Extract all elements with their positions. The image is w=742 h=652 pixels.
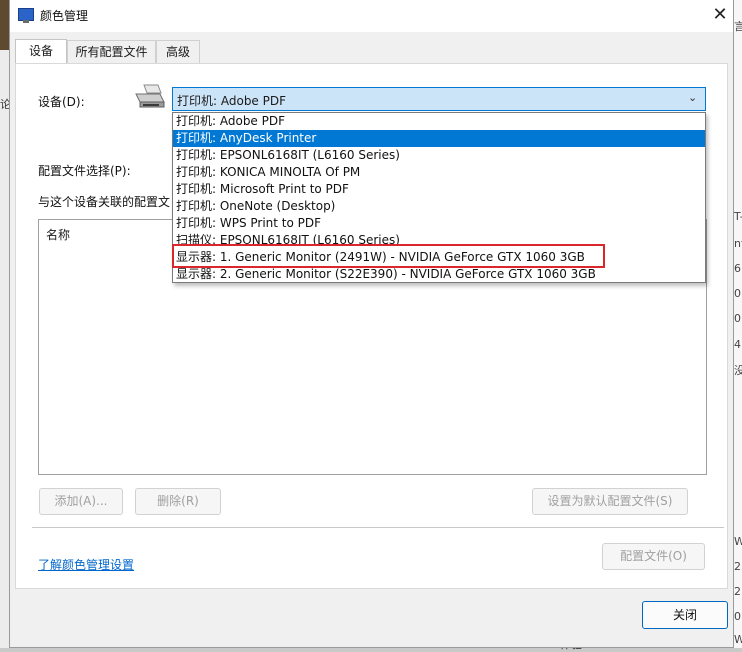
column-header-name[interactable]: 名称 — [46, 226, 70, 243]
close-button[interactable]: 关闭 — [642, 601, 728, 629]
background-text: Wi — [734, 633, 742, 646]
tab-advanced[interactable]: 高级 — [156, 40, 200, 63]
associated-profiles-label: 与这个设备关联的配置文 — [38, 195, 171, 209]
device-option[interactable]: 打印机: KONICA MINOLTA Of PM — [173, 164, 705, 181]
background-text: 4 — [734, 338, 741, 351]
printer-icon — [135, 84, 165, 108]
learn-color-management-link[interactable]: 了解颜色管理设置 — [38, 556, 134, 573]
monitor-icon — [18, 8, 34, 23]
background-text: 6. — [734, 262, 742, 275]
profiles-button[interactable]: 配置文件(O) — [602, 543, 705, 570]
background-text: 0 — [734, 610, 741, 623]
background-right-strip: 言 T- nt 6. 0 0 4 没 Wi 2 2 0 Wi — [734, 0, 742, 648]
device-option[interactable]: 扫描仪: EPSONL6168IT (L6160 Series) — [173, 232, 705, 249]
color-management-dialog: 颜色管理 ✕ 设备 所有配置文件 高级 设备(D): 打印机: Adobe PD… — [9, 0, 734, 648]
remove-button[interactable]: 删除(R) — [135, 488, 221, 515]
close-icon[interactable]: ✕ — [710, 2, 730, 28]
device-select-value: 打印机: Adobe PDF — [177, 94, 287, 108]
divider — [32, 527, 724, 528]
dialog-title: 颜色管理 — [40, 9, 89, 23]
background-text: 0 — [734, 312, 741, 325]
background-text: 2 — [734, 560, 741, 573]
device-option[interactable]: 打印机: Microsoft Print to PDF — [173, 181, 705, 198]
chevron-down-icon[interactable]: ⌄ — [688, 91, 697, 104]
background-text: 0 — [734, 287, 741, 300]
background-text: T- — [734, 210, 742, 223]
device-option[interactable]: 打印机: AnyDesk Printer — [173, 130, 705, 147]
background-text: nt — [734, 237, 742, 250]
background-text: Wi — [734, 535, 742, 548]
device-option[interactable]: 打印机: WPS Print to PDF — [173, 215, 705, 232]
set-default-profile-button[interactable]: 设置为默认配置文件(S) — [532, 488, 688, 515]
tab-devices[interactable]: 设备 — [15, 39, 67, 64]
device-option[interactable]: 打印机: OneNote (Desktop) — [173, 198, 705, 215]
device-dropdown-list[interactable]: 打印机: Adobe PDF 打印机: AnyDesk Printer 打印机:… — [172, 112, 706, 283]
device-option[interactable]: 打印机: Adobe PDF — [173, 113, 705, 130]
title-bar[interactable]: 颜色管理 ✕ — [10, 0, 733, 32]
background-text: 言 — [734, 20, 742, 33]
background-text: 没 — [734, 364, 742, 377]
device-label: 设备(D): — [38, 95, 85, 109]
device-option[interactable]: 显示器: 1. Generic Monitor (2491W) - NVIDIA… — [173, 249, 705, 266]
device-select[interactable]: 打印机: Adobe PDF ⌄ — [172, 87, 706, 111]
background-thumbnail — [0, 0, 9, 50]
device-option[interactable]: 打印机: EPSONL6168IT (L6160 Series) — [173, 147, 705, 164]
background-text: 2 — [734, 585, 741, 598]
tab-all-profiles[interactable]: 所有配置文件 — [67, 40, 156, 63]
background-left-strip: 论 — [0, 0, 11, 648]
add-button[interactable]: 添加(A)... — [39, 488, 123, 515]
profile-selection-label: 配置文件选择(P): — [38, 164, 131, 178]
device-option[interactable]: 显示器: 2. Generic Monitor (S22E390) - NVID… — [173, 266, 705, 283]
